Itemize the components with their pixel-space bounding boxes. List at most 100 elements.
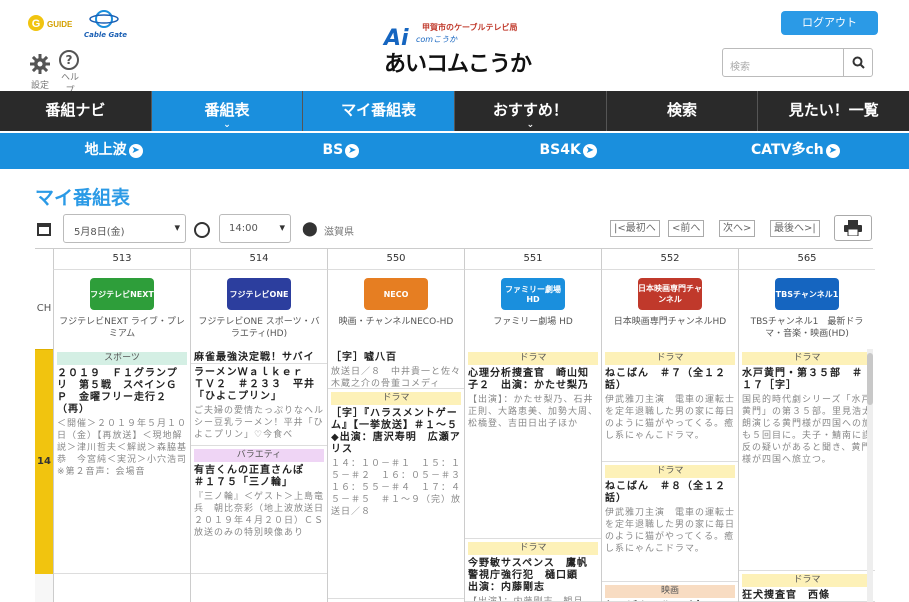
- program-title: 今野敏サスペンス 鷹帆 警視庁強行犯 樋口顕 出演：内藤剛志: [468, 558, 599, 593]
- aicom-koka-logo[interactable]: 甲賀市のケーブルテレビ局 Ai comこうか あいコムこうか: [382, 22, 532, 77]
- next-page-button[interactable]: 次へ>: [719, 220, 756, 237]
- channel-name: TBSチャンネル1 最新ドラマ・音楽・映画(HD): [750, 317, 864, 339]
- hour-marker: 14: [35, 349, 53, 574]
- program-cell[interactable]: ドラマ 今野敏サスペンス 鷹帆 警視庁強行犯 樋口顕 出演：内藤剛志 【出演】：内藤…: [465, 539, 601, 602]
- date-select[interactable]: 5月8日(金): [63, 214, 186, 243]
- ch-label: CH: [36, 303, 52, 314]
- search-button[interactable]: [843, 49, 872, 76]
- program-description: ＜開催＞２０１９年５月１０日（金）【再放送】＜現地解説＞津川哲夫＜解説＞森脇基恭…: [57, 419, 188, 477]
- program-cell[interactable]: ［字］嘘八百 放送日／８ 中井貴一と佐々木蔵之介の骨董コメディ: [328, 349, 464, 389]
- program-cell[interactable]: ドラマ 心理分析捜査官 崎山知子２ 出演：かたせ梨乃 【出演】：かたせ梨乃、石井正則…: [465, 349, 601, 539]
- nav-my-bangumi-hyo[interactable]: マイ番組表: [303, 91, 456, 131]
- help-button[interactable]: ? ヘルプ: [59, 50, 81, 96]
- channel-logo: 日本映画専門チャンネル: [638, 278, 702, 310]
- arrow-right-icon: ➤: [825, 144, 840, 158]
- nav-label: 番組表: [204, 101, 250, 119]
- channel-column: 麻雀最強決定戦！サバイバルバトル 極雀 ｓｅａｓｏｎ２２ ＃１ラーメンＷａｌｋｅ…: [190, 349, 327, 602]
- channel-column: ドラマ 水戸黄門・第３５部 ＃１７［字］ 国民的時代劇シリーズ「水戸黄門」の第３５部…: [738, 349, 875, 602]
- search-input[interactable]: 検索: [723, 49, 843, 76]
- nav-label: CATV多ch: [751, 142, 824, 158]
- channel-column: ［字］嘘八百 放送日／８ 中井貴一と佐々木蔵之介の骨董コメディドラマ ［字］『ハラス…: [327, 349, 464, 602]
- channel-header[interactable]: TBSチャンネル1 TBSチャンネル1 最新ドラマ・音楽・映画(HD): [738, 269, 875, 349]
- logout-button[interactable]: ログアウト: [781, 11, 878, 35]
- channel-header[interactable]: フジテレビNEXT フジテレビNEXT ライブ・プレミアム: [53, 269, 190, 349]
- nav-osusume[interactable]: おすすめ！ ⌄: [455, 91, 607, 131]
- nav-bangumi-navi[interactable]: 番組ナビ: [0, 91, 152, 131]
- nav-label: BS4K: [539, 142, 581, 158]
- next-label: 次へ: [723, 223, 743, 234]
- channel-logo: フジテレビNEXT: [90, 278, 154, 310]
- program-cell[interactable]: ドラマ ねこばん ＃７（全１２話） 伊武雅刀主演 電車の運転士を定年退職した男の家に…: [602, 349, 738, 462]
- logo-sub: comこうか: [416, 35, 458, 44]
- genre-badge: ドラマ: [468, 352, 598, 365]
- channel-name: ファミリー劇場 HD: [493, 317, 573, 327]
- nav-mitai-list[interactable]: 見たい！一覧: [758, 91, 909, 131]
- first-page-button[interactable]: |<最初へ: [610, 220, 660, 237]
- nav-label: 番組ナビ: [45, 101, 106, 119]
- svg-text:G: G: [32, 18, 41, 30]
- logo-name: あいコムこうか: [384, 52, 532, 77]
- genre-badge: 映画: [605, 585, 735, 598]
- channel-header[interactable]: フジテレビONE フジテレビONE スポーツ・バラエティ(HD): [190, 269, 327, 349]
- scrollbar-thumb[interactable]: [867, 353, 873, 405]
- channel-header[interactable]: ファミリー劇場HD ファミリー劇場 HD: [464, 269, 601, 349]
- channel-number: 514: [190, 249, 327, 269]
- nav-label: マイ番組表: [341, 101, 417, 119]
- main-nav: 番組ナビ 番組表 ⌄ マイ番組表 おすすめ！ ⌄ 検索 見たい！一覧: [0, 91, 909, 131]
- program-cell[interactable]: ラーメンＷａｌｋｅｒ ＴＶ２ ＃２３３ 平井「ひよこプリン」 ご夫婦の愛情たっぷり…: [191, 364, 327, 446]
- cable-gate-logo: Cable Gate: [84, 9, 127, 39]
- hour-next: [35, 574, 53, 602]
- nav-catv[interactable]: CATV多ch ➤: [682, 133, 909, 169]
- nav-bangumi-hyo[interactable]: 番組表 ⌄: [151, 91, 304, 131]
- gguide-logo[interactable]: G GUIDE: [27, 14, 79, 32]
- first-label: 最初へ: [625, 223, 656, 234]
- channel-header[interactable]: 日本映画専門チャンネル日本映画専門チャンネルHD: [601, 269, 738, 349]
- question-icon: ?: [59, 50, 79, 70]
- settings-button[interactable]: 設定: [30, 54, 50, 91]
- program-title: 水戸黄門・第３５部 ＃１７［字］: [742, 368, 863, 391]
- program-cell[interactable]: スポーツ ２０１９ Ｆ１グランプリ 第５戦 スペインＧＰ 金曜フリー走行２（再）＜…: [54, 349, 190, 574]
- clock-icon: [194, 222, 210, 238]
- genre-badge: バラエティ: [194, 449, 324, 462]
- channel-logo: TBSチャンネル1: [775, 278, 839, 310]
- scrollbar[interactable]: [867, 349, 873, 602]
- program-cell[interactable]: ドラマ ［字］『ハラスメントゲーム』【一挙放送】＃１～５◆出演：唐沢寿明 広瀬アリ…: [328, 389, 464, 599]
- nav-label: 検索: [667, 101, 698, 119]
- print-button[interactable]: [834, 215, 872, 241]
- nav-bs4k[interactable]: BS4K ➤: [455, 133, 682, 169]
- genre-badge: ドラマ: [331, 392, 461, 405]
- channel-number: 565: [738, 249, 875, 269]
- gear-icon: [30, 54, 50, 74]
- program-cell[interactable]: 映画ねこばん ＃９（全１２: [602, 582, 738, 602]
- program-cell[interactable]: ドラマ 狂犬捜査官 西條: [739, 571, 875, 602]
- channel-number: 551: [464, 249, 601, 269]
- program-cell[interactable]: ドラマ ねこばん ＃８（全１２話） 伊武雅刀主演 電車の運転士を定年退職した男の家に…: [602, 462, 738, 582]
- program-cell[interactable]: 麻雀最強決定戦！サバイバルバトル 極雀 ｓｅａｓｏｎ２２ ＃１: [191, 349, 327, 364]
- arrow-right-icon: ➤: [128, 144, 143, 158]
- program-title: ［字］嘘八百: [331, 352, 397, 363]
- program-title: ２０１９ Ｆ１グランプリ 第５戦 スペインＧＰ 金曜フリー走行２（再）: [57, 368, 178, 415]
- channel-logo: NECO: [364, 278, 428, 310]
- prev-page-button[interactable]: <前へ: [668, 220, 705, 237]
- channel-number: 513: [53, 249, 190, 269]
- channel-column: ドラマ 心理分析捜査官 崎山知子２ 出演：かたせ梨乃 【出演】：かたせ梨乃、石井正則…: [464, 349, 601, 602]
- program-description: １４：１０－＃１ １５：１５－＃２ １６：０５－＃３ １６：５５－＃４ １７：４…: [331, 459, 464, 517]
- hour-label: 14: [37, 456, 51, 467]
- program-cell[interactable]: ドラマ 水戸黄門・第３５部 ＃１７［字］ 国民的時代劇シリーズ「水戸黄門」の第３５部…: [739, 349, 875, 571]
- nav-chijoha[interactable]: 地上波 ➤: [0, 133, 227, 169]
- last-page-button[interactable]: 最後へ>|: [770, 220, 820, 237]
- header: G GUIDE Cable Gate 設定 ? ヘルプ 甲賀市のケーブルテレビ局…: [0, 0, 909, 96]
- time-select[interactable]: 14:00: [219, 214, 291, 243]
- nav-search[interactable]: 検索: [607, 91, 759, 131]
- genre-badge: ドラマ: [605, 465, 735, 478]
- nav-bs[interactable]: BS ➤: [227, 133, 454, 169]
- channel-header[interactable]: NECO 映画・チャンネルNECO-HD: [327, 269, 464, 349]
- controls-bar: 5月8日(金) 14:00 ⬤ 滋賀県 |<最初へ <前へ 次へ> 最後へ>|: [0, 214, 909, 244]
- location-pin-icon: ⬤: [302, 221, 318, 237]
- calendar-icon: [37, 223, 51, 236]
- program-cell[interactable]: バラエティ 有吉くんの正直さんぽ ＃１７５「三ノ輪」 『三ノ輪』＜ゲスト＞上島竜兵 …: [191, 446, 327, 574]
- channel-name: 日本映画専門チャンネルHD: [613, 317, 727, 327]
- logo-tagline: 甲賀市のケーブルテレビ局: [422, 23, 518, 32]
- genre-badge: ドラマ: [742, 574, 872, 587]
- program-title: ［字］『ハラスメントゲーム』【一挙放送】＃１～５◆出演：唐沢寿明 広瀬アリス: [331, 408, 461, 455]
